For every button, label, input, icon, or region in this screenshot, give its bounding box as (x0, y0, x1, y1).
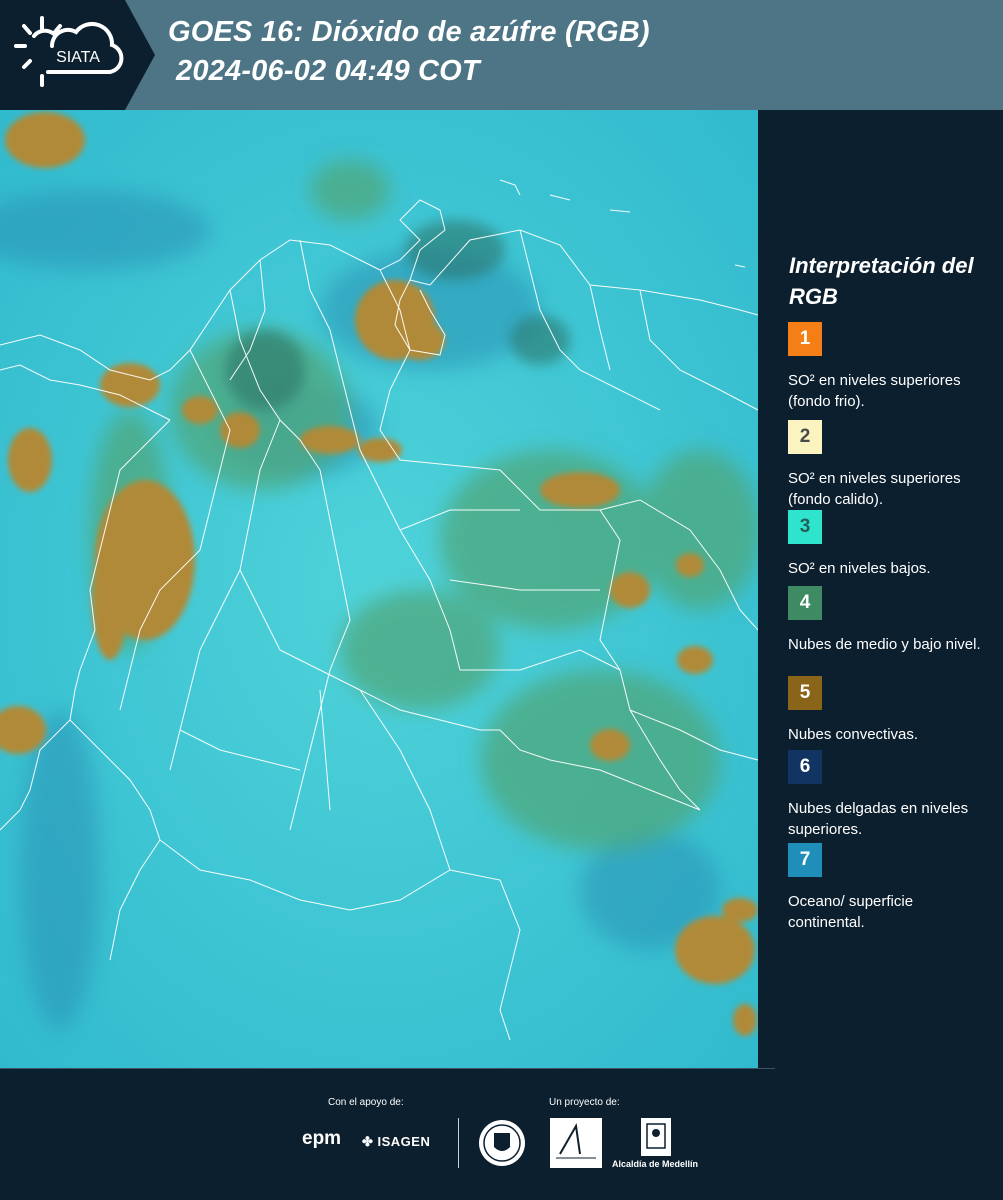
legend-item-7: 7 Oceano/ superficie continental. (788, 843, 993, 933)
epm-logo: epm (302, 1128, 342, 1149)
legend-label-5: Nubes convectivas. (788, 726, 919, 743)
support-label: Con el apoyo de: (328, 1097, 404, 1108)
siata-logo-text: SIATA (56, 49, 100, 66)
legend-number-3: 3 (799, 516, 811, 537)
footer-divider (458, 1118, 459, 1168)
isagen-logo: ✤ ISAGEN (362, 1134, 431, 1149)
legend-number-4: 4 (799, 592, 811, 613)
isagen-logo-text: ISAGEN (377, 1134, 431, 1149)
legend-swatch-5: 5 (788, 676, 822, 710)
medellin-seal-icon (479, 1120, 525, 1166)
area-metropolitana-logo (550, 1118, 602, 1168)
legend-label-4: Nubes de medio y bajo nivel. (788, 636, 981, 653)
legend-swatch-4: 4 (788, 586, 822, 620)
satellite-map (0, 110, 758, 1068)
legend-swatch-7: 7 (788, 843, 822, 877)
satellite-image (0, 110, 758, 1068)
legend-item-3: 3 SO² en niveles bajos. (788, 510, 993, 579)
legend-panel: Interpretación del RGB 1 SO² en niveles … (762, 110, 1003, 1068)
legend-number-2: 2 (799, 426, 811, 447)
project-label: Un proyecto de: (549, 1097, 620, 1108)
legend-item-5: 5 Nubes convectivas. (788, 676, 993, 745)
alcaldia-text: Alcaldía de Medellín (612, 1159, 699, 1169)
footer: Con el apoyo de: Un proyecto de: epm ✤ I… (0, 1068, 1003, 1200)
legend-label-6: Nubes delgadas en niveles superiores. (788, 800, 969, 838)
legend-number-7: 7 (799, 849, 811, 870)
legend-number-5: 5 (799, 682, 811, 703)
legend-item-1: 1 SO² en niveles superiores (fondo frio)… (788, 322, 993, 412)
legend-label-3: SO² en niveles bajos. (788, 560, 931, 577)
legend-swatch-6: 6 (788, 750, 822, 784)
legend-swatch-2: 2 (788, 420, 822, 454)
legend-swatch-1: 1 (788, 322, 822, 356)
page-title: GOES 16: Dióxido de azúfre (RGB) (168, 16, 650, 48)
siata-logo: SIATA (14, 16, 124, 87)
header-bar: SIATA GOES 16: Dióxido de azúfre (RGB) 2… (0, 0, 1003, 110)
alcaldia-logo-icon (641, 1118, 671, 1156)
legend-number-1: 1 (799, 328, 811, 349)
footer-divider-line (0, 1068, 775, 1069)
legend-item-4: 4 Nubes de medio y bajo nivel. (788, 586, 993, 655)
legend-swatch-3: 3 (788, 510, 822, 544)
legend-item-2: 2 SO² en niveles superiores (fondo calid… (788, 420, 993, 510)
logo-panel: SIATA (0, 0, 155, 110)
legend-title: Interpretación del RGB (789, 253, 974, 309)
legend-label-2: SO² en niveles superiores (fondo calido)… (788, 470, 961, 508)
legend-label-7: Oceano/ superficie continental. (788, 893, 914, 931)
legend-number-6: 6 (799, 756, 811, 777)
legend-item-6: 6 Nubes delgadas en niveles superiores. (788, 750, 993, 840)
page-timestamp: 2024-06-02 04:49 COT (176, 55, 480, 87)
legend-label-1: SO² en niveles superiores (fondo frio). (788, 372, 961, 410)
